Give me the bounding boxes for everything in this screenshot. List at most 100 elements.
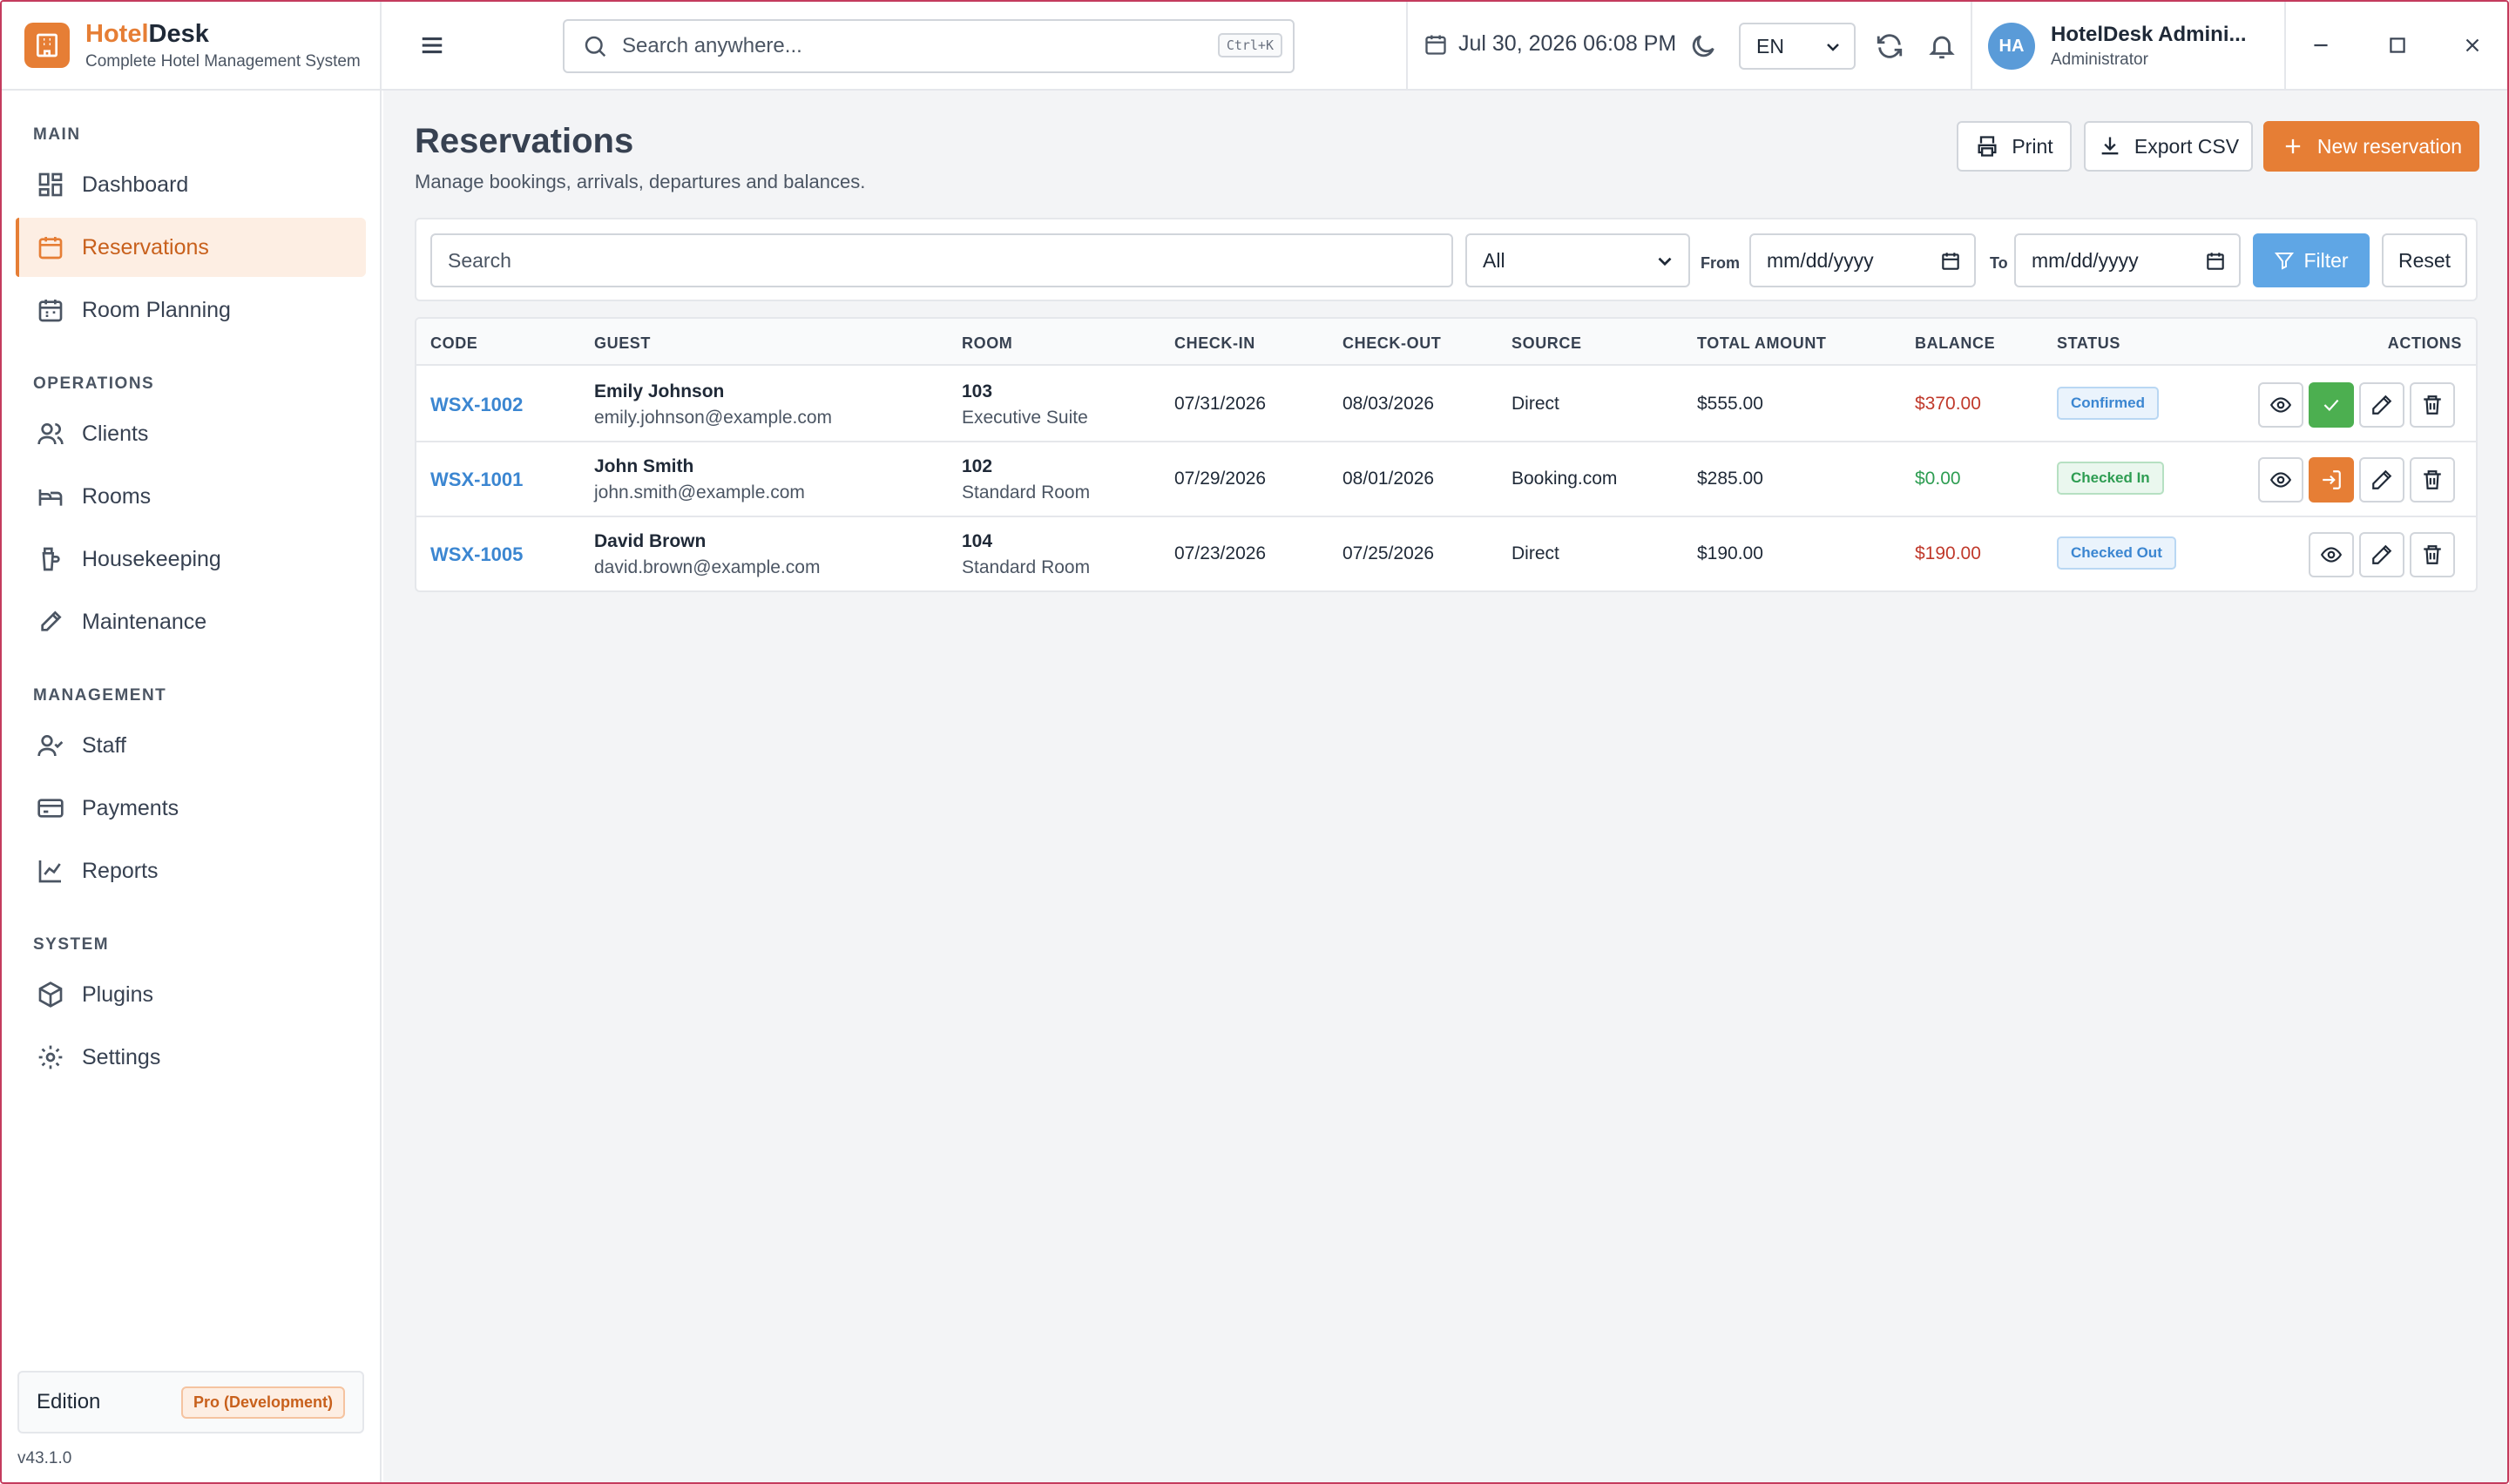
confirm-button[interactable]: [2309, 382, 2354, 428]
maximize-button[interactable]: [2380, 28, 2415, 63]
bell-icon: [1929, 36, 1955, 59]
status-select[interactable]: All: [1465, 233, 1690, 287]
trash-icon: [2424, 545, 2441, 564]
table-row[interactable]: WSX-1005 David Brown david.brown@example…: [416, 517, 2476, 590]
search-placeholder: Search: [448, 248, 511, 272]
theme-toggle-button[interactable]: [1688, 31, 1718, 61]
divider: [1971, 2, 1972, 91]
export-csv-button[interactable]: Export CSV: [2084, 121, 2253, 172]
brand[interactable]: HotelDesk Complete Hotel Management Syst…: [2, 2, 380, 91]
col-source[interactable]: SOURCE: [1511, 334, 1582, 353]
divider: [1406, 2, 1408, 91]
user-role: Administrator: [2051, 51, 2148, 69]
sidebar-item-label: Rooms: [82, 483, 152, 509]
user-menu[interactable]: HA HotelDesk Admini... Administrator: [1988, 2, 2246, 91]
bucket-icon: [42, 547, 60, 571]
guest-email: emily.johnson@example.com: [594, 408, 833, 428]
minimize-button[interactable]: [2303, 28, 2338, 63]
view-button[interactable]: [2309, 532, 2354, 577]
table-header: CODE GUEST ROOM CHECK-IN CHECK-OUT SOURC…: [416, 319, 2476, 366]
version-text: v43.1.0: [17, 1449, 72, 1467]
sidebar-item-room-planning[interactable]: Room Planning: [16, 280, 366, 340]
delete-button[interactable]: [2410, 382, 2455, 428]
col-code[interactable]: CODE: [430, 334, 477, 353]
room-number: 103: [962, 381, 993, 401]
user-name: HotelDesk Admini...: [2051, 23, 2247, 46]
language-select[interactable]: EN: [1739, 23, 1856, 70]
room-type: Standard Room: [962, 557, 1091, 577]
print-button[interactable]: Print: [1957, 121, 2072, 172]
reset-button[interactable]: Reset: [2382, 233, 2467, 287]
col-checkout[interactable]: CHECK-OUT: [1342, 334, 1441, 353]
moon-icon: [1692, 35, 1714, 57]
hotel-logo-icon: [24, 23, 70, 68]
balance-amount: $370.00: [1915, 394, 1981, 414]
chevron-down-icon: [1827, 44, 1839, 51]
to-date-input[interactable]: mm/dd/yyyy: [2014, 233, 2241, 287]
check-out-button[interactable]: [2309, 457, 2354, 503]
edit-button[interactable]: [2359, 532, 2404, 577]
table-row[interactable]: WSX-1001 John Smith john.smith@example.c…: [416, 442, 2476, 517]
reservations-table: CODE GUEST ROOM CHECK-IN CHECK-OUT SOURC…: [415, 317, 2478, 592]
view-button[interactable]: [2258, 457, 2303, 503]
edit-button[interactable]: [2359, 382, 2404, 428]
to-label: To: [1990, 254, 2008, 272]
col-status[interactable]: STATUS: [2057, 334, 2120, 353]
calendar-icon: [38, 237, 63, 260]
menu-toggle-button[interactable]: [406, 19, 458, 71]
filter-button[interactable]: Filter: [2253, 233, 2370, 287]
sidebar-item-staff[interactable]: Staff: [16, 716, 366, 775]
col-balance[interactable]: BALANCE: [1915, 334, 1995, 353]
reset-label: Reset: [2397, 248, 2452, 272]
table-row[interactable]: WSX-1002 Emily Johnson emily.johnson@exa…: [416, 368, 2476, 442]
guest-email: john.smith@example.com: [594, 482, 805, 503]
from-date-input[interactable]: mm/dd/yyyy: [1749, 233, 1976, 287]
page-title: Reservations: [415, 122, 634, 160]
calendar-icon: [1425, 35, 1446, 55]
search-placeholder: Search anywhere...: [622, 34, 802, 57]
delete-button[interactable]: [2410, 532, 2455, 577]
sidebar-item-label: Room Planning: [82, 297, 231, 322]
sidebar-item-label: Housekeeping: [82, 546, 221, 571]
guest-cell: David Brown david.brown@example.com: [594, 531, 820, 578]
plus-icon: [2285, 138, 2301, 154]
close-button[interactable]: [2455, 28, 2490, 63]
divider: [2284, 2, 2286, 91]
main-content: Reservations Manage bookings, arrivals, …: [383, 91, 2507, 1482]
col-room[interactable]: ROOM: [962, 334, 1012, 353]
room-cell: 103 Executive Suite: [962, 381, 1088, 428]
sidebar-item-reports[interactable]: Reports: [16, 841, 366, 901]
sidebar-item-settings[interactable]: Settings: [16, 1028, 366, 1087]
sidebar-item-payments[interactable]: Payments: [16, 779, 366, 838]
credit-card-icon: [37, 799, 64, 818]
delete-button[interactable]: [2410, 457, 2455, 503]
guest-cell: Emily Johnson emily.johnson@example.com: [594, 381, 832, 428]
sidebar-item-dashboard[interactable]: Dashboard: [16, 155, 366, 214]
view-button[interactable]: [2258, 382, 2303, 428]
reservation-code-link[interactable]: WSX-1002: [430, 394, 523, 416]
booking-source: Direct: [1511, 394, 1559, 414]
gear-icon: [38, 1045, 63, 1069]
sidebar-item-clients[interactable]: Clients: [16, 404, 366, 463]
edit-button[interactable]: [2359, 457, 2404, 503]
col-total[interactable]: TOTAL AMOUNT: [1697, 334, 1827, 353]
sidebar-item-plugins[interactable]: Plugins: [16, 965, 366, 1024]
global-search-input[interactable]: Search anywhere... Ctrl+K: [563, 19, 1295, 73]
print-label: Print: [2012, 134, 2053, 158]
sidebar-item-rooms[interactable]: Rooms: [16, 467, 366, 526]
sidebar-item-label: Dashboard: [82, 172, 189, 197]
sidebar-item-reservations[interactable]: Reservations: [16, 218, 366, 277]
new-reservation-button[interactable]: New reservation: [2263, 121, 2479, 172]
refresh-button[interactable]: [1875, 31, 1904, 61]
app-subtitle: Complete Hotel Management System: [85, 51, 361, 71]
col-guest[interactable]: GUEST: [594, 334, 651, 353]
reservation-code-link[interactable]: WSX-1001: [430, 469, 523, 491]
col-checkin[interactable]: CHECK-IN: [1174, 334, 1255, 353]
package-icon: [38, 981, 63, 1008]
sidebar-item-maintenance[interactable]: Maintenance: [16, 592, 366, 651]
reservation-code-link[interactable]: WSX-1005: [430, 543, 523, 566]
users-icon: [37, 423, 64, 445]
reservation-search-input[interactable]: Search: [430, 233, 1453, 287]
notifications-button[interactable]: [1927, 31, 1957, 61]
sidebar-item-housekeeping[interactable]: Housekeeping: [16, 530, 366, 589]
